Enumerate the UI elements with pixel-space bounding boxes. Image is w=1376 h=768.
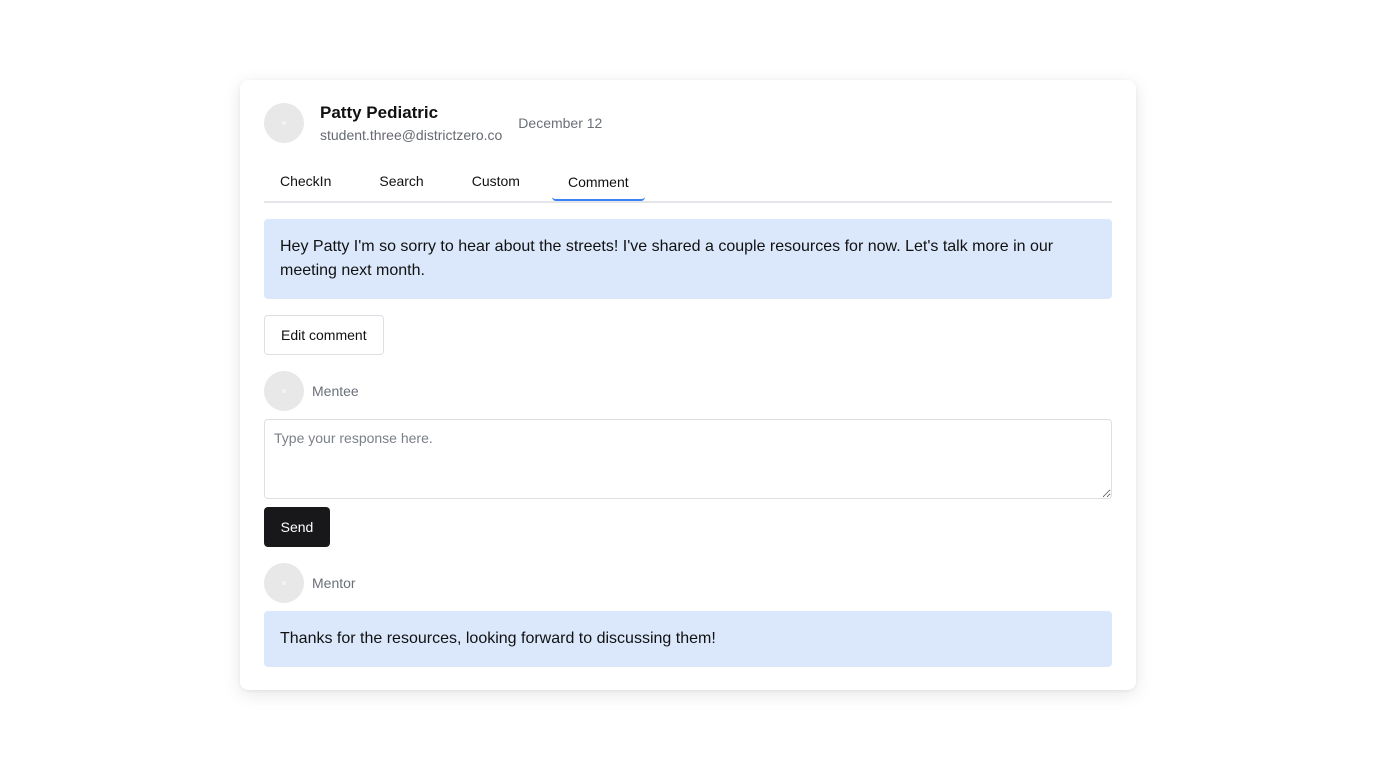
mentor-reply: Thanks for the resources, looking forwar… <box>264 611 1112 667</box>
mentor-label: Mentor <box>312 575 356 591</box>
tab-checkin[interactable]: CheckIn <box>264 165 347 201</box>
edit-comment-button[interactable]: Edit comment <box>264 315 384 355</box>
mentor-avatar <box>264 563 304 603</box>
user-info: Patty Pediatric student.three@districtze… <box>320 102 502 145</box>
tab-comment[interactable]: Comment <box>551 165 645 201</box>
user-email: student.three@districtzero.co <box>320 126 503 143</box>
tab-custom[interactable]: Custom <box>456 165 536 201</box>
user-avatar <box>264 103 304 143</box>
mentee-avatar <box>264 371 304 411</box>
entry-date: December 12 <box>518 115 603 131</box>
response-input[interactable] <box>264 419 1112 499</box>
user-header: Patty Pediatric student.three@districtze… <box>264 103 602 143</box>
mentor-comment: Hey Patty I'm so sorry to hear about the… <box>264 219 1112 299</box>
tab-bar: CheckIn Search Custom Comment <box>264 165 1112 203</box>
mentee-label: Mentee <box>312 383 359 399</box>
user-name: Patty Pediatric <box>320 102 439 122</box>
mentor-row: Mentor <box>264 563 356 603</box>
send-button[interactable]: Send <box>264 507 330 547</box>
comment-card: Patty Pediatric student.three@districtze… <box>240 80 1136 690</box>
mentee-row: Mentee <box>264 371 359 411</box>
tab-search[interactable]: Search <box>363 165 439 201</box>
